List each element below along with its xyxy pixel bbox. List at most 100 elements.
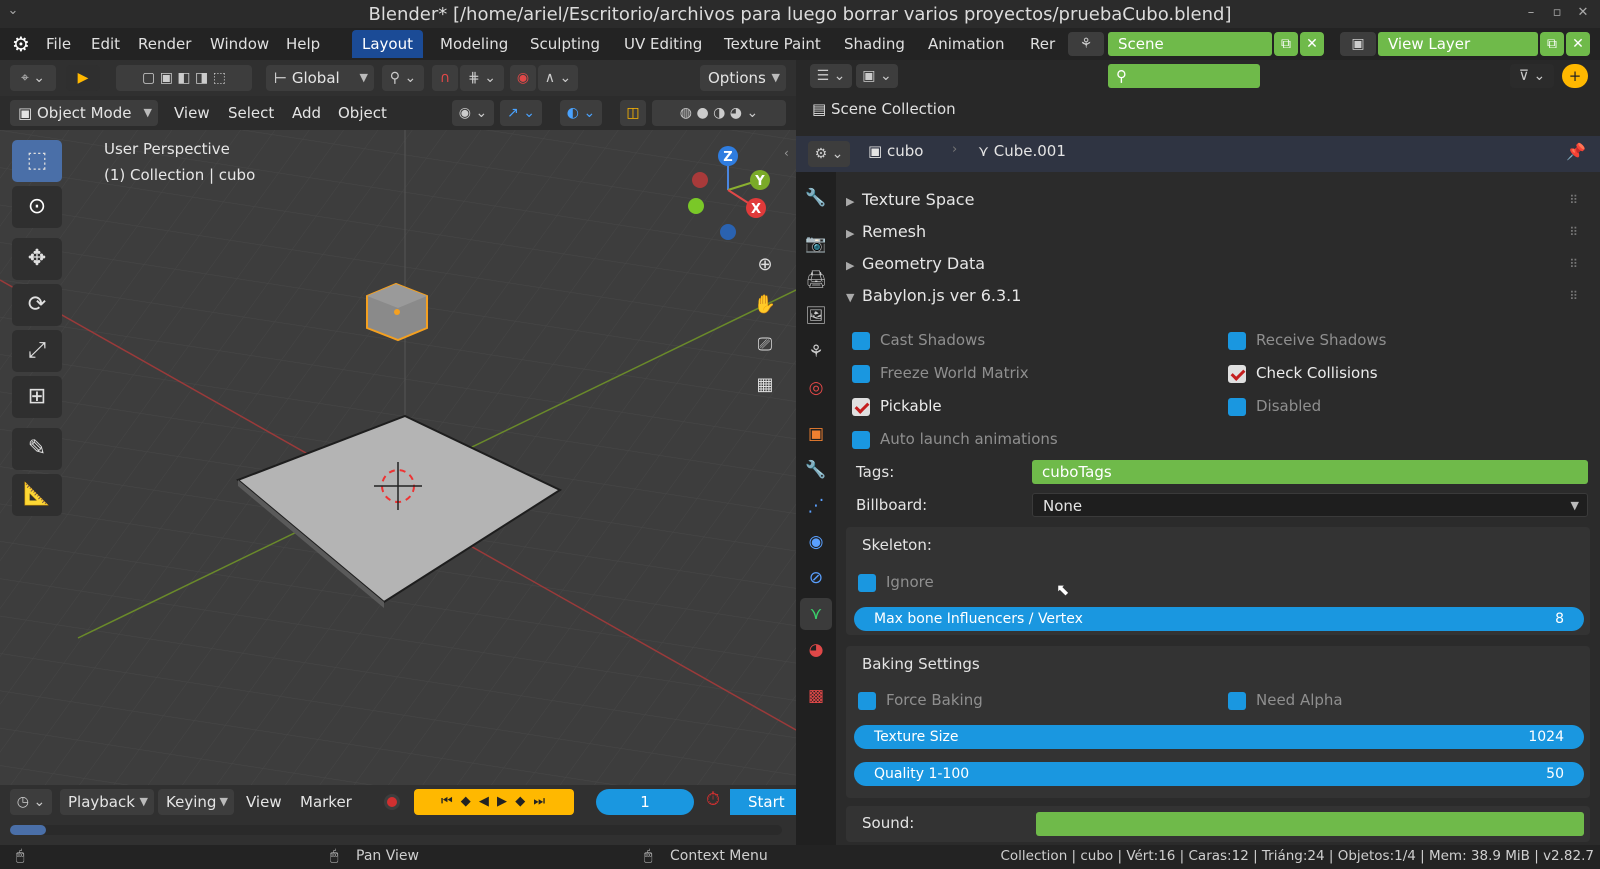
material-tab-icon[interactable]: ◕ — [800, 634, 832, 666]
visibility-icon[interactable]: ◉ ⌄ — [452, 100, 494, 126]
display-mode-icon[interactable]: ▣ ⌄ — [856, 64, 898, 88]
particles-tab-icon[interactable]: ⋰ — [800, 490, 832, 522]
render-tab-icon[interactable]: 📷 — [800, 228, 832, 260]
panel-remesh[interactable]: ▶ Remesh ⠿ — [846, 217, 1588, 247]
transform-tool-icon[interactable]: ⊞ — [12, 376, 62, 418]
new-view-layer-icon[interactable]: ⧉ — [1540, 32, 1564, 56]
menu-edit[interactable]: Edit — [91, 32, 120, 56]
panel-texture-space[interactable]: ▶ Texture Space ⠿ — [846, 185, 1588, 215]
playback-controls-icons[interactable]: ⏮ ◆ ◀ ▶ ◆ ⏭ — [414, 789, 574, 815]
blender-logo-icon[interactable]: ⚙ — [12, 32, 30, 56]
start-frame-field[interactable]: Start — [730, 789, 796, 815]
timeline-marker-menu[interactable]: Marker — [300, 789, 352, 815]
need-alpha-checkbox[interactable] — [1228, 692, 1246, 710]
pin-icon[interactable]: 📌 — [1566, 142, 1586, 161]
ignore-skeleton-checkbox[interactable] — [858, 574, 876, 592]
menu-render[interactable]: Render — [138, 32, 191, 56]
tab-animation[interactable]: Animation — [918, 30, 1014, 58]
force-baking-checkbox[interactable] — [858, 692, 876, 710]
tab-sculpting[interactable]: Sculpting — [520, 30, 610, 58]
record-icon[interactable] — [384, 794, 400, 810]
object-mode-dropdown[interactable]: ▣ Object Mode ▼ — [10, 100, 158, 126]
gizmo-toggle-icon[interactable]: ↗ ⌄ — [500, 100, 542, 126]
breadcrumb-mesh[interactable]: ⋎ Cube.001 — [978, 142, 1066, 160]
editor-type-icon[interactable]: ⌖ ⌄ — [10, 65, 56, 91]
object-tab-icon[interactable]: ▣ — [800, 418, 832, 450]
stopwatch-icon[interactable]: ⏱ — [706, 789, 720, 810]
ortho-grid-icon[interactable]: ▦ — [748, 368, 782, 402]
disabled-checkbox[interactable] — [1228, 398, 1246, 416]
scene-icon[interactable]: ⚘ — [1068, 32, 1104, 56]
panel-babylon[interactable]: ▼ Babylon.js ver 6.3.1 ⠿ — [846, 281, 1588, 311]
timeline-scrollbar[interactable] — [10, 825, 782, 835]
check-collisions-checkbox[interactable] — [1228, 365, 1246, 383]
measure-tool-icon[interactable]: 📐 — [12, 474, 62, 516]
output-tab-icon[interactable]: 🖨 — [800, 264, 832, 296]
tool-tab-icon[interactable]: 🔧 — [800, 182, 832, 214]
mesh-data-tab-icon[interactable]: ⋎ — [800, 598, 832, 630]
keying-dropdown[interactable]: Keying ▼ — [158, 789, 234, 815]
menu-object[interactable]: Object — [338, 100, 387, 126]
billboard-dropdown[interactable]: None ▼ — [1032, 493, 1588, 517]
receive-shadows-checkbox[interactable] — [1228, 332, 1246, 350]
cast-shadows-checkbox[interactable] — [852, 332, 870, 350]
texture-tab-icon[interactable]: ▩ — [800, 680, 832, 712]
select-box-tool-icon[interactable]: ⬚ — [12, 140, 62, 182]
view-layer-field[interactable]: View Layer — [1378, 32, 1538, 56]
tab-modeling[interactable]: Modeling — [430, 30, 518, 58]
menu-help[interactable]: Help — [286, 32, 320, 56]
scene-collection-row[interactable]: ▤ Scene Collection — [812, 100, 956, 118]
outliner-editor-icon[interactable]: ☰ ⌄ — [810, 64, 852, 88]
constraints-tab-icon[interactable]: ⊘ — [800, 562, 832, 594]
physics-tab-icon[interactable]: ◉ — [800, 526, 832, 558]
transform-orientation-dropdown[interactable]: ⊢ Global ▼ — [266, 65, 374, 91]
scene-tab-icon[interactable]: ⚘ — [800, 336, 832, 368]
snap-target-icon[interactable]: ⋕ ⌄ — [460, 65, 504, 91]
scale-tool-icon[interactable]: ⤢ — [12, 330, 62, 372]
freeze-world-matrix-checkbox[interactable] — [852, 365, 870, 383]
annotate-tool-icon[interactable]: ✎ — [12, 428, 62, 470]
filter-icon[interactable]: ⊽ ⌄ — [1510, 64, 1554, 88]
move-tool-icon[interactable]: ✥ — [12, 238, 62, 280]
camera-icon[interactable]: ⎚ — [748, 328, 782, 362]
view-layer-tab-icon[interactable]: 🖼 — [800, 300, 832, 332]
max-bone-influencers-slider[interactable]: Max bone Influencers / Vertex 8 — [854, 607, 1584, 631]
proportional-edit-icon[interactable]: ◉ — [510, 65, 536, 91]
3d-viewport[interactable]: User Perspective (1) Collection | cubo Z… — [0, 130, 796, 785]
zoom-icon[interactable]: ⊕ — [748, 248, 782, 282]
selection-mode-icons[interactable]: ▢ ▣ ◧ ◨ ⬚ — [116, 65, 252, 91]
playback-dropdown[interactable]: Playback ▼ — [60, 789, 154, 815]
timeline-scroll-thumb[interactable] — [10, 825, 46, 835]
overlays-icon[interactable]: ◐ ⌄ — [560, 100, 602, 126]
properties-editor-icon[interactable]: ⚙ ⌄ — [808, 141, 850, 167]
menu-add[interactable]: Add — [292, 100, 321, 126]
view-layer-icon[interactable]: ▣ — [1340, 32, 1376, 56]
breadcrumb-object[interactable]: ▣ cubo — [868, 142, 923, 160]
new-collection-icon[interactable]: + — [1562, 64, 1588, 88]
pickable-checkbox[interactable] — [852, 398, 870, 416]
tab-texture-paint[interactable]: Texture Paint — [714, 30, 831, 58]
delete-view-layer-icon[interactable]: ✕ — [1566, 32, 1590, 56]
modifier-tab-icon[interactable]: 🔧 — [800, 454, 832, 486]
drag-handle-icon[interactable]: ⠿ — [1569, 281, 1578, 311]
cursor-tool-icon[interactable]: ⊙ — [12, 186, 62, 228]
delete-scene-icon[interactable]: ✕ — [1300, 32, 1324, 56]
new-scene-icon[interactable]: ⧉ — [1274, 32, 1298, 56]
tab-rendering[interactable]: Rer — [1020, 30, 1065, 58]
menu-file[interactable]: File — [46, 32, 71, 56]
falloff-icon[interactable]: ∧ ⌄ — [538, 65, 578, 91]
menu-window[interactable]: Window — [210, 32, 269, 56]
shading-mode-icons[interactable]: ◍ ● ◑ ◕ ⌄ — [652, 100, 786, 126]
tab-uv-editing[interactable]: UV Editing — [614, 30, 712, 58]
pan-hand-icon[interactable]: ✋ — [748, 288, 782, 322]
scene-name-field[interactable]: Scene — [1108, 32, 1272, 56]
rotate-tool-icon[interactable]: ⟳ — [12, 284, 62, 326]
maximize-button[interactable]: ▫ — [1548, 4, 1566, 22]
quality-slider[interactable]: Quality 1-100 50 — [854, 762, 1584, 786]
current-frame-field[interactable]: 1 — [596, 789, 694, 815]
menu-view[interactable]: View — [174, 100, 210, 126]
collapse-sidebar-icon[interactable]: ‹ — [784, 146, 789, 160]
select-tool-icon[interactable]: ▶ — [66, 65, 100, 91]
snap-icon[interactable]: ∩ — [432, 65, 458, 91]
world-tab-icon[interactable]: ◎ — [800, 372, 832, 404]
